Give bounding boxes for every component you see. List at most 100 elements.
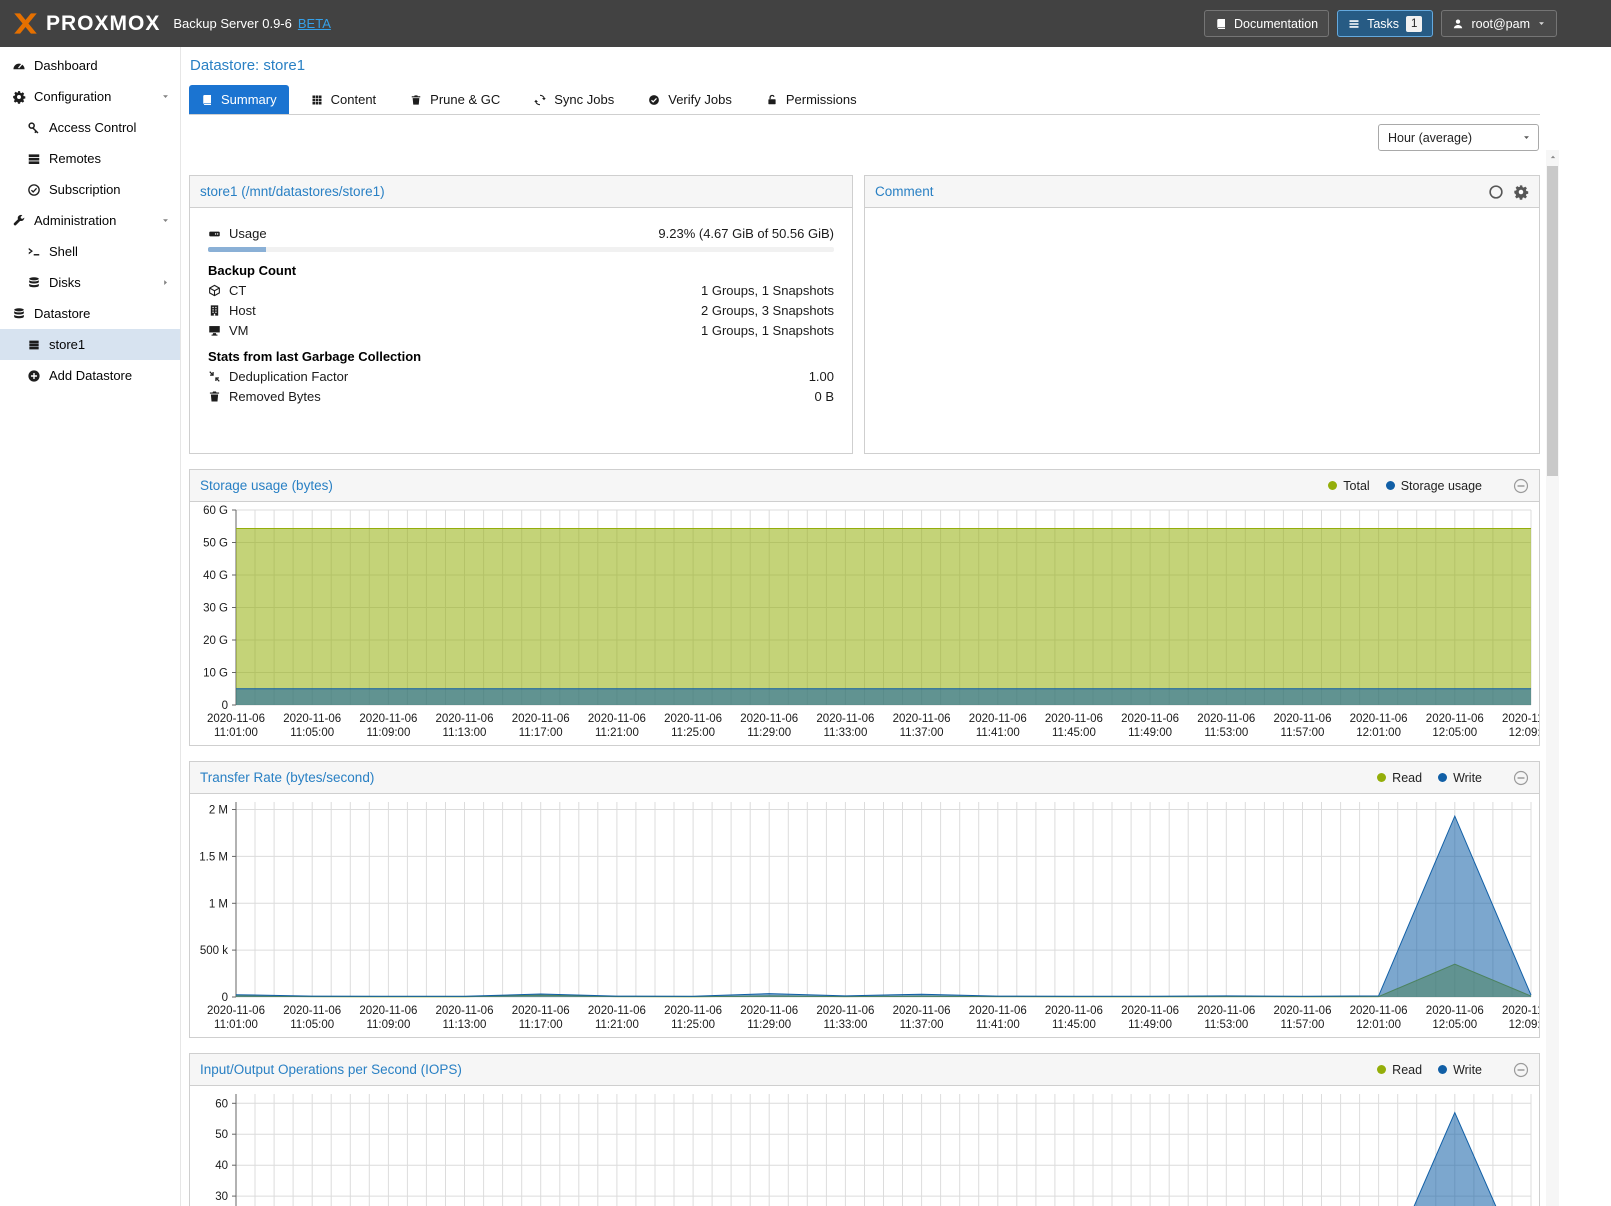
legend-item-total[interactable]: Total	[1328, 479, 1369, 493]
row-value: 1.00	[809, 369, 834, 384]
chevron-down-icon[interactable]	[161, 92, 170, 101]
svg-text:11:21:00: 11:21:00	[595, 1019, 639, 1031]
row-value: 1 Groups, 1 Snapshots	[701, 283, 834, 298]
svg-text:12:09:00: 12:09:00	[1509, 727, 1539, 739]
legend-item-write[interactable]: Write	[1438, 771, 1482, 785]
documentation-button[interactable]: Documentation	[1204, 10, 1329, 37]
sidebar-item-label: Dashboard	[34, 58, 98, 73]
panel-title: Transfer Rate (bytes/second)	[200, 770, 374, 785]
circle-icon[interactable]	[1488, 184, 1504, 200]
sidebar-item-add-datastore[interactable]: Add Datastore	[0, 360, 180, 391]
svg-text:11:45:00: 11:45:00	[1052, 727, 1096, 739]
svg-text:11:57:00: 11:57:00	[1281, 727, 1325, 739]
user-menu-button[interactable]: root@pam	[1441, 10, 1557, 37]
tab-summary[interactable]: Summary	[189, 85, 289, 114]
sidebar: Dashboard Configuration Access Control R…	[0, 47, 181, 1206]
sidebar-item-disks[interactable]: Disks	[0, 267, 180, 298]
panel-title: store1 (/mnt/datastores/store1)	[200, 184, 385, 199]
collapse-icon[interactable]	[1513, 770, 1529, 786]
time-range-select[interactable]: Hour (average)	[1378, 124, 1539, 151]
legend-item-read[interactable]: Read	[1377, 771, 1422, 785]
svg-text:2020-11-06: 2020-11-06	[436, 713, 494, 725]
svg-text:2020-11-06: 2020-11-06	[207, 1005, 265, 1017]
trash-icon	[208, 390, 221, 403]
sidebar-item-label: Access Control	[49, 120, 136, 135]
beta-link[interactable]: BETA	[298, 16, 331, 31]
svg-text:50 G: 50 G	[203, 538, 228, 550]
svg-text:11:21:00: 11:21:00	[595, 727, 639, 739]
sidebar-item-datastore[interactable]: Datastore	[0, 298, 180, 329]
svg-text:11:41:00: 11:41:00	[976, 1019, 1020, 1031]
gauge-icon	[12, 59, 26, 73]
svg-text:11:57:00: 11:57:00	[1281, 1019, 1325, 1031]
chevron-right-icon[interactable]	[161, 278, 170, 287]
summary-toolbar: Hour (average)	[189, 115, 1540, 159]
row-label: Removed Bytes	[229, 389, 321, 404]
chevron-down-icon[interactable]	[161, 216, 170, 225]
tab-verify-jobs[interactable]: Verify Jobs	[636, 85, 744, 114]
svg-text:11:13:00: 11:13:00	[443, 1019, 487, 1031]
sidebar-item-subscription[interactable]: Subscription	[0, 174, 180, 205]
tab-sync-jobs[interactable]: Sync Jobs	[522, 85, 626, 114]
sidebar-item-label: Remotes	[49, 151, 101, 166]
tab-prune-gc[interactable]: Prune & GC	[398, 85, 512, 114]
svg-text:2020-11-06: 2020-11-06	[359, 713, 417, 725]
svg-text:2020-11-06: 2020-11-06	[207, 713, 265, 725]
svg-text:30 G: 30 G	[203, 603, 228, 615]
svg-text:30: 30	[215, 1191, 228, 1203]
desktop-icon	[208, 324, 221, 337]
topbar: PROXMOX Backup Server 0.9-6 BETA Documen…	[0, 0, 1611, 47]
svg-text:12:05:00: 12:05:00	[1432, 1019, 1477, 1031]
sidebar-item-access-control[interactable]: Access Control	[0, 112, 180, 143]
svg-text:2020-11-06: 2020-11-06	[1045, 1005, 1103, 1017]
sidebar-item-administration[interactable]: Administration	[0, 205, 180, 236]
legend-item-storage-usage[interactable]: Storage usage	[1386, 479, 1482, 493]
tab-content[interactable]: Content	[299, 85, 389, 114]
svg-text:2020-11-06: 2020-11-06	[283, 713, 341, 725]
svg-text:50: 50	[215, 1129, 228, 1141]
svg-text:40 G: 40 G	[203, 570, 228, 582]
sidebar-item-label: Disks	[49, 275, 81, 290]
svg-text:11:17:00: 11:17:00	[519, 1019, 563, 1031]
svg-text:20 G: 20 G	[203, 635, 228, 647]
check-circle-icon	[648, 94, 660, 106]
svg-text:11:25:00: 11:25:00	[671, 727, 715, 739]
scroll-up-arrow-icon[interactable]	[1546, 150, 1559, 164]
tasks-button[interactable]: Tasks 1	[1337, 10, 1433, 37]
svg-text:2020-11-06: 2020-11-06	[816, 713, 874, 725]
scroll-thumb[interactable]	[1547, 166, 1558, 476]
row-label: CT	[229, 283, 246, 298]
svg-text:2020-11-06: 2020-11-06	[1350, 713, 1408, 725]
svg-text:2020-11-06: 2020-11-06	[893, 1005, 951, 1017]
tab-label: Prune & GC	[430, 92, 500, 107]
tab-label: Summary	[221, 92, 277, 107]
page-title: Datastore: store1	[190, 57, 1540, 74]
chart-legend: Read Write	[1377, 770, 1529, 786]
chevron-down-icon	[1522, 133, 1531, 142]
disks-icon	[27, 276, 41, 290]
iops-panel: Input/Output Operations per Second (IOPS…	[189, 1053, 1540, 1206]
collapse-icon[interactable]	[1513, 1062, 1529, 1078]
svg-text:11:49:00: 11:49:00	[1128, 1019, 1172, 1031]
row-label: Deduplication Factor	[229, 369, 348, 384]
sidebar-item-dashboard[interactable]: Dashboard	[0, 50, 180, 81]
sidebar-item-store1[interactable]: store1	[0, 329, 180, 360]
legend-dot	[1438, 1065, 1447, 1074]
legend-label: Storage usage	[1401, 479, 1482, 493]
sidebar-item-remotes[interactable]: Remotes	[0, 143, 180, 174]
svg-text:10 G: 10 G	[203, 668, 228, 680]
svg-text:2020-11-06: 2020-11-06	[1197, 1005, 1255, 1017]
scrollbar[interactable]	[1546, 150, 1559, 1206]
sidebar-item-shell[interactable]: Shell	[0, 236, 180, 267]
legend-item-read[interactable]: Read	[1377, 1063, 1422, 1077]
tab-permissions[interactable]: Permissions	[754, 85, 869, 114]
svg-text:11:53:00: 11:53:00	[1204, 727, 1248, 739]
sidebar-item-configuration[interactable]: Configuration	[0, 81, 180, 112]
svg-text:2020-11-06: 2020-11-06	[893, 713, 951, 725]
collapse-icon[interactable]	[1513, 478, 1529, 494]
legend-item-write[interactable]: Write	[1438, 1063, 1482, 1077]
svg-text:2020-11-06: 2020-11-06	[1045, 713, 1103, 725]
gear-icon[interactable]	[1513, 184, 1529, 200]
svg-text:11:37:00: 11:37:00	[900, 1019, 944, 1031]
svg-text:11:53:00: 11:53:00	[1204, 1019, 1248, 1031]
